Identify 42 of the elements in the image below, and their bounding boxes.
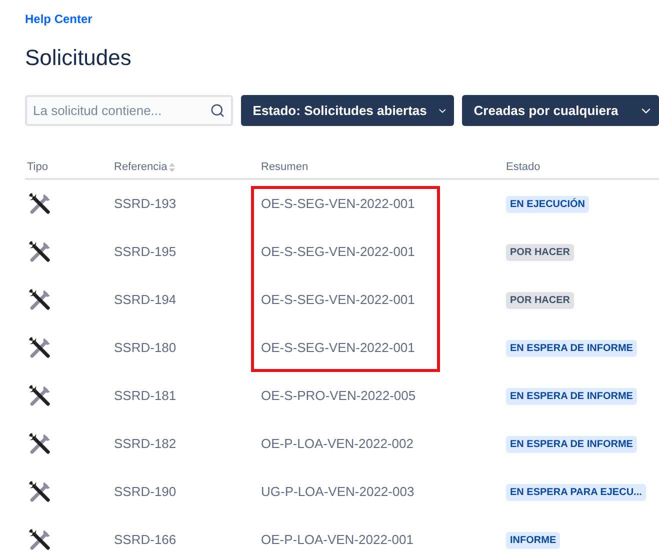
column-header: Estado — [506, 160, 540, 176]
reference-cell[interactable]: SSRD-181 — [114, 386, 261, 406]
reference-cell[interactable]: SSRD-182 — [114, 434, 261, 454]
status-lozenge: INFORME — [506, 532, 560, 548]
status-lozenge: POR HACER — [506, 292, 574, 308]
tools-icon — [27, 335, 53, 361]
status-lozenge: EN EJECUCIÓN — [506, 196, 590, 212]
status-lozenge: POR HACER — [506, 244, 574, 260]
column-header: Tipo — [26, 160, 49, 176]
page-title: Solicitudes — [25, 44, 132, 72]
column-header: Resumen — [261, 160, 310, 176]
tools-icon — [27, 431, 53, 457]
status-lozenge: EN ESPERA DE INFORME — [506, 388, 637, 404]
filter-dropdown[interactable]: Creadas por cualquiera — [462, 95, 659, 126]
summary-cell[interactable]: OE-S-SEG-VEN-2022-001 — [261, 242, 506, 262]
summary-cell[interactable]: OE-S-SEG-VEN-2022-001 — [261, 290, 506, 310]
summary-cell[interactable]: OE-S-SEG-VEN-2022-001 — [261, 194, 506, 214]
search-field[interactable]: La solicitud contiene... — [25, 95, 233, 126]
reference-cell[interactable]: SSRD-166 — [114, 530, 261, 550]
search-icon[interactable] — [210, 103, 225, 118]
tools-icon — [27, 527, 53, 551]
summary-cell[interactable]: OE-S-SEG-VEN-2022-001 — [261, 338, 506, 358]
status-lozenge: EN ESPERA DE INFORME — [506, 340, 637, 356]
reference-cell[interactable]: SSRD-193 — [114, 194, 261, 214]
reference-cell[interactable]: SSRD-194 — [114, 290, 261, 310]
reference-cell[interactable]: SSRD-190 — [114, 482, 261, 502]
status-lozenge: EN ESPERA PARA EJECU... — [506, 484, 646, 500]
breadcrumb-link[interactable]: Help Center — [25, 12, 92, 26]
tools-icon — [27, 287, 53, 313]
summary-cell[interactable]: OE-P-LOA-VEN-2022-002 — [261, 434, 506, 454]
tools-icon — [27, 383, 53, 409]
summary-cell[interactable]: UG-P-LOA-VEN-2022-003 — [261, 482, 506, 502]
column-header[interactable]: Referencia — [114, 159, 168, 176]
reference-cell[interactable]: SSRD-180 — [114, 338, 261, 358]
reference-cell[interactable]: SSRD-195 — [114, 242, 261, 262]
summary-cell[interactable]: OE-P-LOA-VEN-2022-001 — [261, 530, 506, 550]
summary-cell[interactable]: OE-S-PRO-VEN-2022-005 — [261, 386, 506, 406]
tools-icon — [27, 479, 53, 505]
status-lozenge: EN ESPERA DE INFORME — [506, 436, 637, 452]
filter-dropdown[interactable]: Estado: Solicitudes abiertas — [240, 95, 454, 126]
tools-icon — [27, 239, 53, 265]
tools-icon — [27, 191, 53, 217]
